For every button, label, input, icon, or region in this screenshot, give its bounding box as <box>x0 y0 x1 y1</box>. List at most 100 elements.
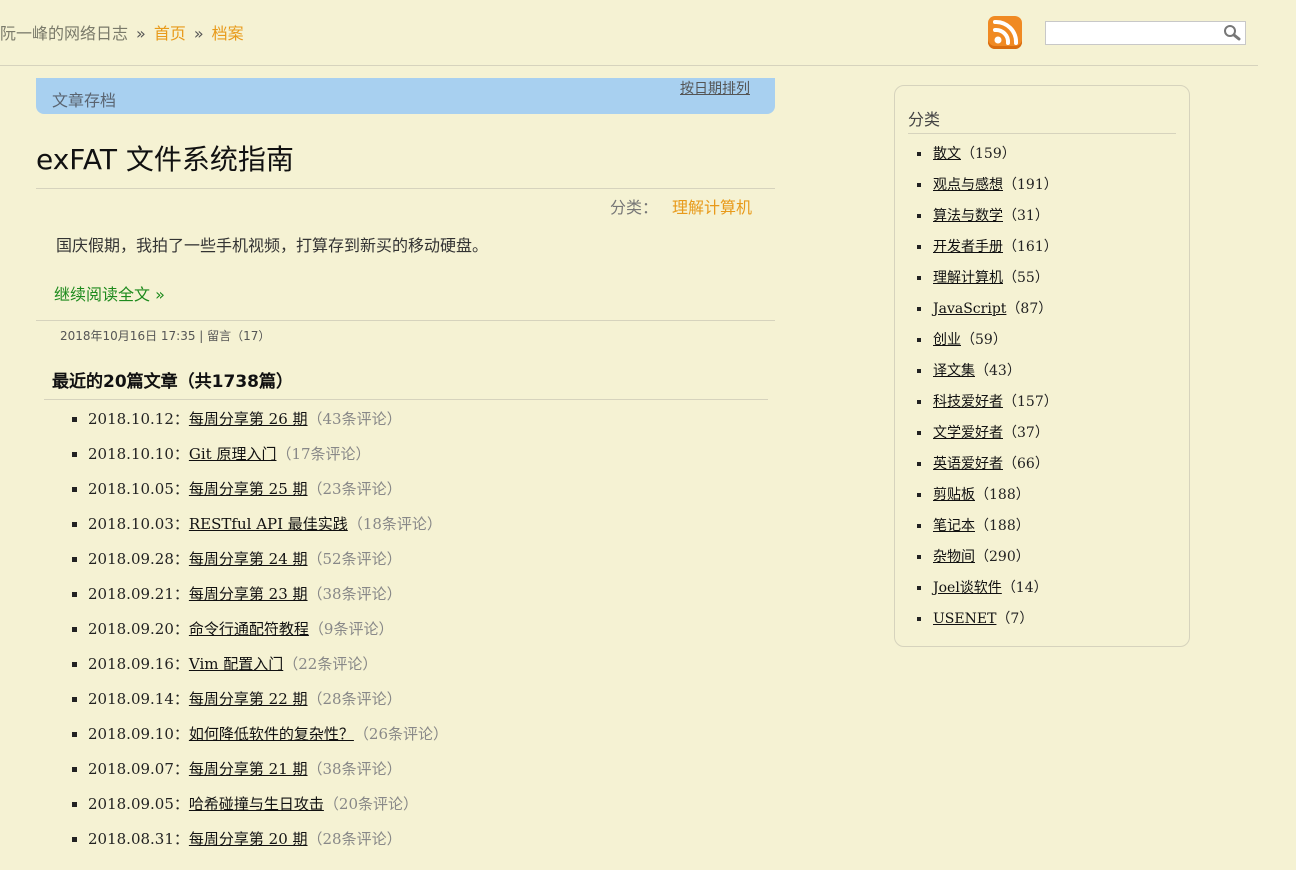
post-date: 2018.09.21： <box>88 585 189 603</box>
category-count: （66） <box>1003 456 1049 472</box>
list-item: 2018.10.12：每周分享第 26 期（43条评论） <box>72 405 448 440</box>
category-count: （188） <box>975 518 1030 534</box>
read-more-link[interactable]: 继续阅读全文 » <box>54 281 165 305</box>
post-link[interactable]: Git 原理入门 <box>189 445 277 463</box>
category-count: （31） <box>1003 208 1049 224</box>
category-link[interactable]: JavaScript <box>933 301 1006 317</box>
category-count: （191） <box>1003 177 1058 193</box>
list-item: 算法与数学（31） <box>917 202 1058 233</box>
category-sidebar: 分类 散文（159） 观点与感想（191） 算法与数学（31） 开发者手册（16… <box>894 85 1190 647</box>
comment-count: （43条评论） <box>307 410 402 428</box>
category-link[interactable]: 笔记本 <box>933 518 975 534</box>
list-item: 2018.09.14：每周分享第 22 期（28条评论） <box>72 685 448 720</box>
post-date: 2018.09.07： <box>88 760 189 778</box>
blog-name-link[interactable]: 阮一峰的网络日志 <box>0 24 128 43</box>
comment-count: （28条评论） <box>307 830 402 848</box>
category-link[interactable]: 文学爱好者 <box>933 425 1003 441</box>
post-category-line: 分类： 理解计算机 <box>610 194 752 218</box>
category-link[interactable]: 理解计算机 <box>672 198 752 217</box>
category-link[interactable]: USENET <box>933 611 996 627</box>
sort-by-date-link[interactable]: 按日期排列 <box>680 78 750 98</box>
post-link[interactable]: 命令行通配符教程 <box>189 620 309 638</box>
comment-count: （20条评论） <box>323 795 418 813</box>
category-link[interactable]: 杂物间 <box>933 549 975 565</box>
category-link[interactable]: 英语爱好者 <box>933 456 1003 472</box>
post-date: 2018.09.28： <box>88 550 189 568</box>
list-item: 2018.08.31：每周分享第 20 期（28条评论） <box>72 825 448 860</box>
sidebar-title: 分类 <box>908 110 941 129</box>
comment-count: （17条评论） <box>276 445 371 463</box>
post-link[interactable]: 每周分享第 20 期 <box>189 830 308 848</box>
category-link[interactable]: 开发者手册 <box>933 239 1003 255</box>
category-link[interactable]: 算法与数学 <box>933 208 1003 224</box>
list-item: 创业（59） <box>917 326 1058 357</box>
magnifier-icon[interactable] <box>1223 24 1241 42</box>
category-link[interactable]: 散文 <box>933 146 961 162</box>
category-count: （188） <box>975 487 1030 503</box>
post-date: 2018.10.03： <box>88 515 189 533</box>
category-count: （43） <box>975 363 1021 379</box>
breadcrumb-separator: » <box>193 24 204 43</box>
post-link[interactable]: 每周分享第 21 期 <box>189 760 308 778</box>
category-count: （55） <box>1003 270 1049 286</box>
list-item: Joel谈软件（14） <box>917 574 1058 605</box>
category-link[interactable]: 译文集 <box>933 363 975 379</box>
category-count: （37） <box>1003 425 1049 441</box>
list-item: 散文（159） <box>917 140 1058 171</box>
post-link[interactable]: 每周分享第 25 期 <box>189 480 308 498</box>
category-link[interactable]: 观点与感想 <box>933 177 1003 193</box>
list-item: 2018.09.05：哈希碰撞与生日攻击（20条评论） <box>72 790 448 825</box>
list-item: 观点与感想（191） <box>917 171 1058 202</box>
list-item: JavaScript（87） <box>917 295 1058 326</box>
comment-count: （52条评论） <box>307 550 402 568</box>
post-title[interactable]: exFAT 文件系统指南 <box>36 138 294 178</box>
divider <box>44 399 768 400</box>
post-date: 2018.09.14： <box>88 690 189 708</box>
rss-icon[interactable] <box>988 16 1022 49</box>
list-item: 2018.09.07：每周分享第 21 期（38条评论） <box>72 755 448 790</box>
category-link[interactable]: 剪贴板 <box>933 487 975 503</box>
post-meta: 2018年10月16日 17:35 | 留言（17） <box>60 329 271 343</box>
list-item: 理解计算机（55） <box>917 264 1058 295</box>
category-label: 分类： <box>610 198 659 217</box>
post-date: 2018.10.12： <box>88 410 189 428</box>
post-link[interactable]: 每周分享第 24 期 <box>189 550 308 568</box>
category-link[interactable]: 科技爱好者 <box>933 394 1003 410</box>
divider <box>908 133 1176 134</box>
list-item: 译文集（43） <box>917 357 1058 388</box>
category-count: （157） <box>1003 394 1058 410</box>
divider <box>36 188 775 189</box>
post-excerpt: 国庆假期，我拍了一些手机视频，打算存到新买的移动硬盘。 <box>56 236 489 255</box>
post-link[interactable]: 哈希碰撞与生日攻击 <box>189 795 324 813</box>
list-item: 杂物间（290） <box>917 543 1058 574</box>
post-date: 2018.09.10： <box>88 725 189 743</box>
comment-count: （26条评论） <box>353 725 448 743</box>
category-link[interactable]: 理解计算机 <box>933 270 1003 286</box>
post-link[interactable]: 如何降低软件的复杂性？ <box>189 725 354 743</box>
post-link[interactable]: 每周分享第 26 期 <box>189 410 308 428</box>
comment-count: （9条评论） <box>308 620 394 638</box>
category-link[interactable]: Joel谈软件 <box>933 580 1002 596</box>
list-item: 开发者手册（161） <box>917 233 1058 264</box>
post-link[interactable]: 每周分享第 22 期 <box>189 690 308 708</box>
post-link[interactable]: Vim 配置入门 <box>189 655 283 673</box>
home-link[interactable]: 首页 <box>154 24 186 43</box>
category-count: （161） <box>1003 239 1058 255</box>
comment-count: （23条评论） <box>307 480 402 498</box>
list-item: 科技爱好者（157） <box>917 388 1058 419</box>
list-item: 2018.09.21：每周分享第 23 期（38条评论） <box>72 580 448 615</box>
list-item: 文学爱好者（37） <box>917 419 1058 450</box>
archive-link[interactable]: 档案 <box>212 24 244 43</box>
list-item: 剪贴板（188） <box>917 481 1058 512</box>
list-item: 2018.09.10：如何降低软件的复杂性？（26条评论） <box>72 720 448 755</box>
breadcrumb-separator: » <box>136 24 146 43</box>
post-link[interactable]: RESTful API 最佳实践 <box>189 515 348 533</box>
category-count: （87） <box>1006 301 1053 317</box>
search-input[interactable] <box>1050 23 1224 45</box>
category-link[interactable]: 创业 <box>933 332 961 348</box>
list-item: 笔记本（188） <box>917 512 1058 543</box>
divider <box>36 320 775 321</box>
category-count: （159） <box>961 146 1016 162</box>
post-date: 2018.10.10： <box>88 445 189 463</box>
post-link[interactable]: 每周分享第 23 期 <box>189 585 308 603</box>
